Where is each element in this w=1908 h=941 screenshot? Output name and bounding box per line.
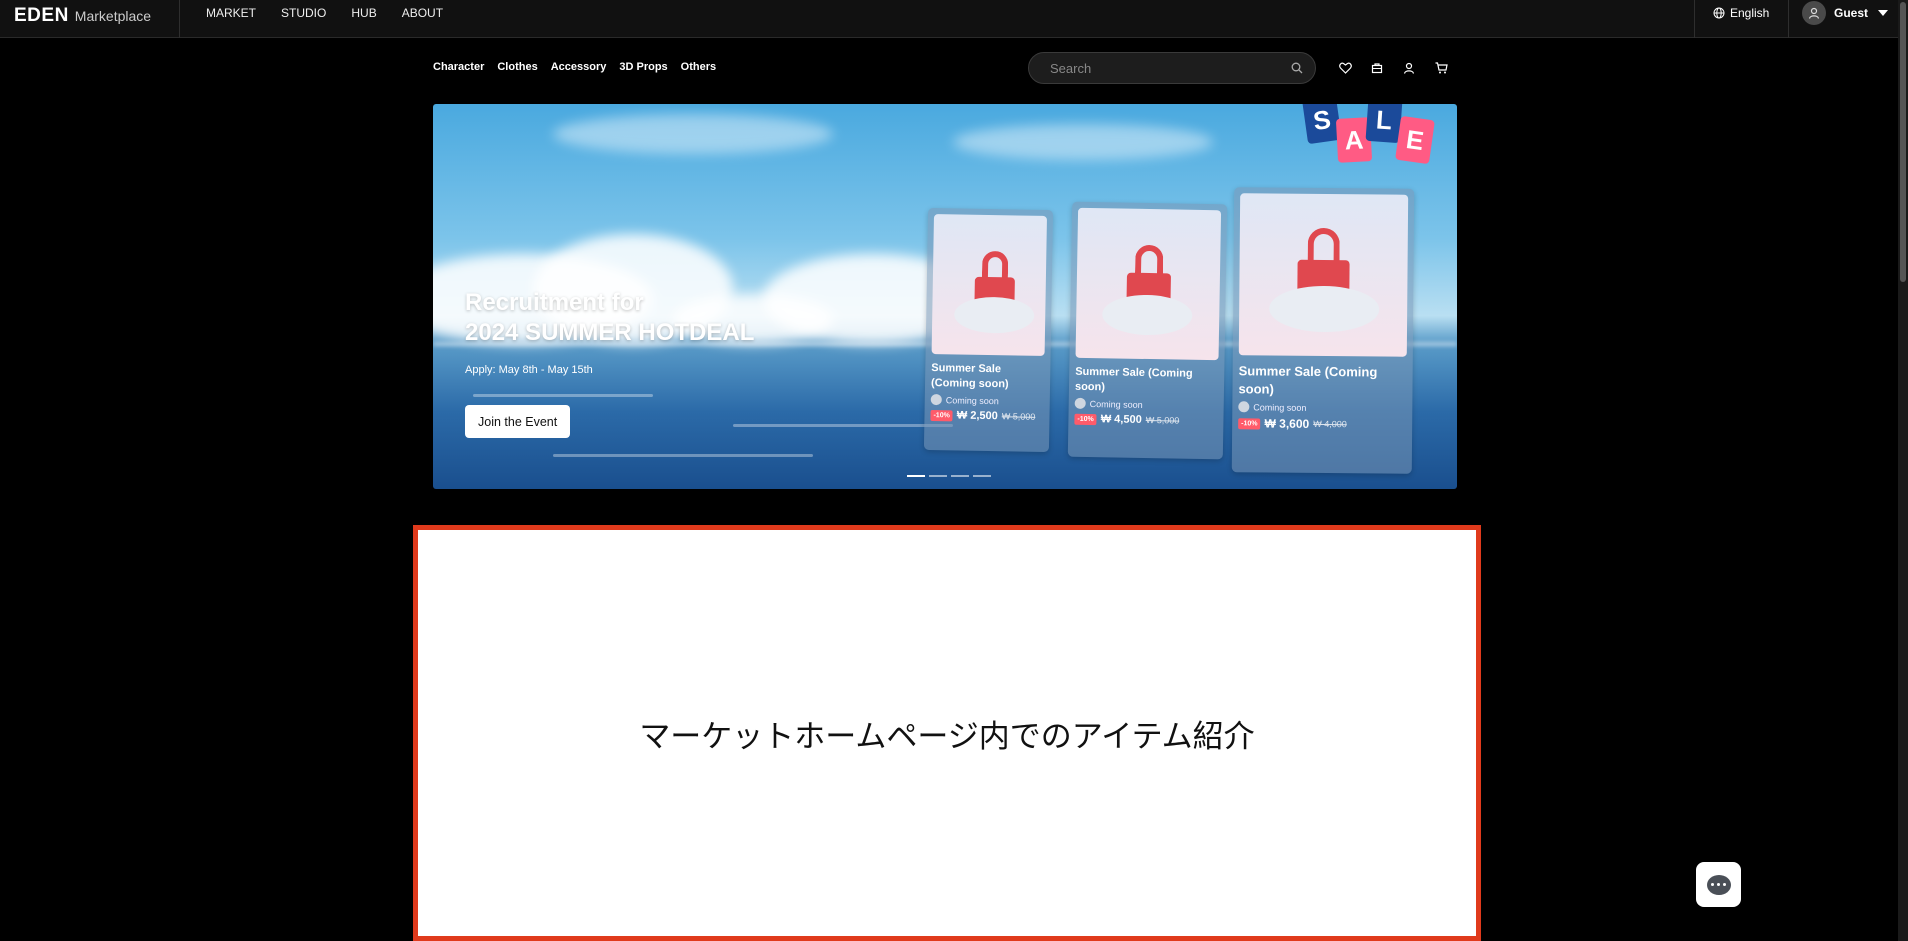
search-icon[interactable] xyxy=(1291,62,1303,74)
user-menu[interactable]: Guest xyxy=(1802,1,1889,25)
carousel-dot-1[interactable] xyxy=(907,475,925,477)
logo[interactable]: EDEN Marketplace xyxy=(14,5,151,31)
creator-avatar xyxy=(930,394,942,406)
sale-tag: E xyxy=(1395,115,1435,165)
category-accessory[interactable]: Accessory xyxy=(551,61,607,73)
nav-hub[interactable]: HUB xyxy=(351,6,376,20)
card-image xyxy=(1075,207,1222,361)
creator-label: Coming soon xyxy=(1253,401,1307,413)
promo-card: Summer Sale (Coming soon) Coming soon -1… xyxy=(923,207,1054,453)
carousel-indicators xyxy=(907,475,995,477)
card-price: -10% ₩ 3,600 ₩ 4,000 xyxy=(1238,416,1406,431)
language-selector[interactable]: English xyxy=(1713,0,1769,26)
wave xyxy=(473,394,653,397)
discount-badge: -10% xyxy=(1074,413,1097,425)
card-price: -10% ₩ 4,500 ₩ 5,000 xyxy=(1074,413,1217,427)
cloud xyxy=(953,124,1213,160)
main-nav: MARKET STUDIO HUB ABOUT xyxy=(206,0,468,26)
sale-tag: L xyxy=(1365,104,1403,144)
logo-sub: Marketplace xyxy=(74,8,152,24)
banner-date: Apply: May 8th - May 15th xyxy=(465,364,593,376)
card-creator: Coming soon xyxy=(1238,401,1406,413)
join-event-button[interactable]: Join the Event xyxy=(465,405,571,438)
nav-market[interactable]: MARKET xyxy=(206,6,256,20)
globe-icon xyxy=(1713,7,1725,19)
cloud xyxy=(953,296,1035,334)
cloud xyxy=(1101,294,1193,336)
scrollbar[interactable] xyxy=(1898,0,1908,941)
card-title: Summer Sale (Coming soon) xyxy=(1238,363,1378,397)
card-creator: Coming soon xyxy=(1074,397,1218,411)
banner-title-line1: Recruitment for xyxy=(465,289,644,316)
user-icon[interactable] xyxy=(1400,59,1418,77)
wave xyxy=(733,424,953,427)
chat-icon xyxy=(1706,874,1731,895)
category-3d-props[interactable]: 3D Props xyxy=(619,61,667,73)
cart-icon[interactable] xyxy=(1432,59,1450,77)
banner-title-line2: 2024 SUMMER HOTDEAL xyxy=(465,319,755,346)
card-title: Summer Sale (Coming soon) xyxy=(1074,365,1193,394)
intro-text: マーケットホームページ内でのアイテム紹介 xyxy=(639,719,1255,755)
promo-card: Summer Sale (Coming soon) Coming soon -1… xyxy=(1231,187,1415,474)
category-nav: Character Clothes Accessory 3D Props Oth… xyxy=(433,58,729,76)
banner-title: Recruitment for 2024 SUMMER HOTDEAL xyxy=(465,288,754,348)
hero-banner[interactable]: Recruitment for 2024 SUMMER HOTDEAL Appl… xyxy=(433,104,1457,489)
shop-icons xyxy=(1336,59,1464,77)
price: ₩ 3,600 xyxy=(1264,416,1310,431)
avatar xyxy=(1802,1,1826,25)
carousel-dot-3[interactable] xyxy=(951,475,969,477)
old-price: ₩ 5,000 xyxy=(1145,414,1180,426)
category-clothes[interactable]: Clothes xyxy=(497,61,537,73)
chevron-down-icon xyxy=(1878,10,1889,16)
category-others[interactable]: Others xyxy=(681,61,716,73)
scrollbar-thumb[interactable] xyxy=(1900,2,1906,282)
card-image xyxy=(931,214,1047,356)
card-image xyxy=(1238,193,1409,357)
price: ₩ 2,500 xyxy=(956,409,998,423)
carousel-dot-2[interactable] xyxy=(929,475,947,477)
user-name: Guest xyxy=(1834,6,1869,20)
card-creator: Coming soon xyxy=(930,394,1044,407)
card-price: -10% ₩ 2,500 ₩ 5,000 xyxy=(930,409,1043,423)
cloud xyxy=(1268,285,1380,333)
chat-button[interactable] xyxy=(1696,862,1741,907)
carousel-dot-4[interactable] xyxy=(973,475,991,477)
item-intro-panel: マーケットホームページ内でのアイテム紹介 xyxy=(413,525,1481,941)
creator-avatar xyxy=(1074,397,1086,409)
divider xyxy=(1788,0,1789,38)
cloud xyxy=(553,114,833,154)
search-input[interactable] xyxy=(1050,60,1291,76)
wave xyxy=(553,454,813,457)
price: ₩ 4,500 xyxy=(1100,413,1142,426)
language-label: English xyxy=(1730,6,1770,20)
old-price: ₩ 5,000 xyxy=(1001,411,1036,422)
creator-label: Coming soon xyxy=(945,394,999,406)
category-character[interactable]: Character xyxy=(433,61,484,73)
creator-avatar xyxy=(1238,401,1250,413)
discount-badge: -10% xyxy=(930,409,953,421)
promo-card: Summer Sale (Coming soon) Coming soon -1… xyxy=(1067,201,1228,460)
card-title: Summer Sale (Coming soon) xyxy=(930,362,1009,391)
heart-icon[interactable] xyxy=(1336,59,1354,77)
nav-studio[interactable]: STUDIO xyxy=(281,6,326,20)
divider xyxy=(179,0,180,38)
nav-about[interactable]: ABOUT xyxy=(402,6,443,20)
search-box xyxy=(1028,52,1316,84)
discount-badge: -10% xyxy=(1238,417,1261,429)
user-icon xyxy=(1808,7,1820,19)
old-price: ₩ 4,000 xyxy=(1313,418,1347,430)
divider xyxy=(1694,0,1695,38)
bag-icon[interactable] xyxy=(1368,59,1386,77)
creator-label: Coming soon xyxy=(1089,398,1143,410)
top-bar: EDEN Marketplace MARKET STUDIO HUB ABOUT… xyxy=(0,0,1898,38)
logo-main: EDEN xyxy=(14,5,69,26)
